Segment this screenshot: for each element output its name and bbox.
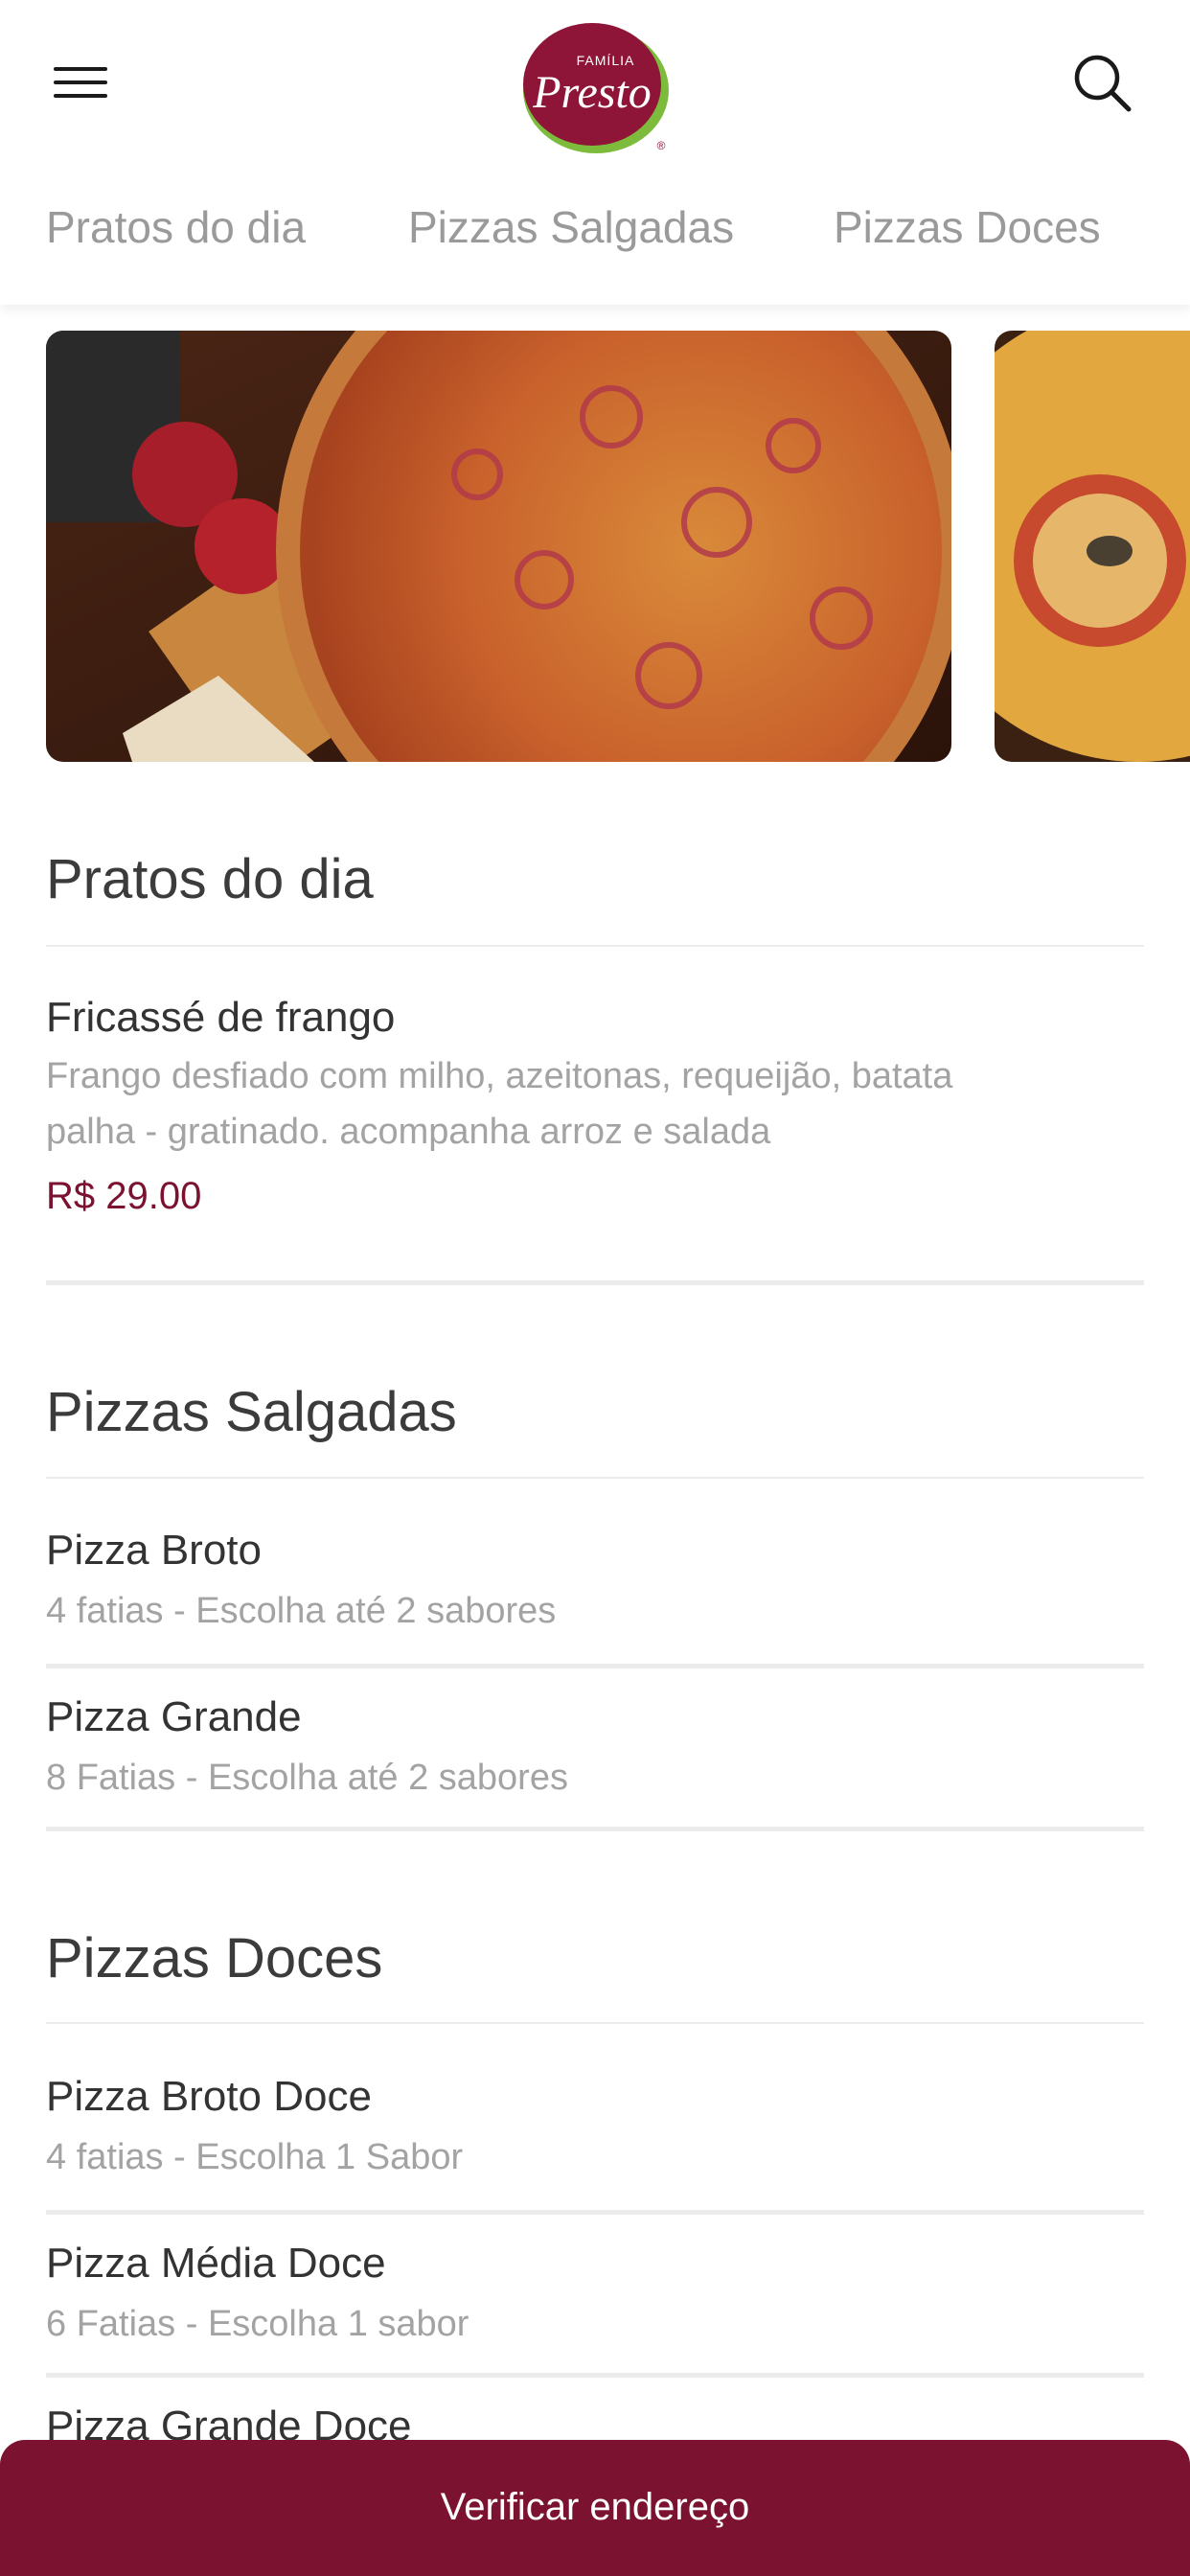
menu-item-fricasse-de-frango[interactable]: Fricassé de frango Frango desfiado com m… xyxy=(46,991,1144,1218)
section-title-pratos-do-dia: Pratos do dia xyxy=(46,848,374,910)
item-price: R$ 29.00 xyxy=(46,1175,202,1217)
section-title-pizzas-doces: Pizzas Doces xyxy=(46,1927,383,1990)
item-description: 8 Fatias - Escolha até 2 sabores xyxy=(46,1758,568,1798)
menu-item-pizza-grande[interactable]: Pizza Grande 8 Fatias - Escolha até 2 sa… xyxy=(46,1690,1144,1806)
search-icon[interactable] xyxy=(1071,52,1134,115)
item-description: 4 fatias - Escolha até 2 sabores xyxy=(46,1591,557,1631)
verify-address-button[interactable]: Verificar endereço xyxy=(0,2440,1190,2576)
item-description: Frango desfiado com milho, azeitonas, re… xyxy=(46,1056,953,1096)
svg-text:FAMÍLIA: FAMÍLIA xyxy=(577,53,635,68)
divider xyxy=(46,1280,1144,1285)
menu-item-pizza-broto[interactable]: Pizza Broto 4 fatias - Escolha até 2 sab… xyxy=(46,1524,1144,1639)
category-tabs: Pratos do dia Pizzas Salgadas Pizzas Doc… xyxy=(0,201,1190,278)
item-description: 6 Fatias - Escolha 1 sabor xyxy=(46,2304,469,2344)
divider xyxy=(46,2373,1144,2378)
section-title-pizzas-salgadas: Pizzas Salgadas xyxy=(46,1381,457,1443)
divider xyxy=(46,945,1144,947)
hamburger-menu-icon[interactable] xyxy=(54,63,107,102)
item-description-continued: palha - gratinado. acompanha arroz e sal… xyxy=(46,1112,771,1152)
item-name: Pizza Broto xyxy=(46,1527,262,1574)
familia-presto-logo[interactable]: FAMÍLIA Presto ® xyxy=(517,15,673,153)
divider xyxy=(46,1827,1144,1831)
item-name: Pizza Grande xyxy=(46,1693,302,1740)
app-header: FAMÍLIA Presto ® Pratos do dia Pizzas Sa… xyxy=(0,0,1190,305)
item-name: Pizza Broto Doce xyxy=(46,2073,372,2120)
pizza-banner-image-next[interactable] xyxy=(995,331,1190,762)
divider xyxy=(46,1477,1144,1479)
menu-item-pizza-media-doce[interactable]: Pizza Média Doce 6 Fatias - Escolha 1 sa… xyxy=(46,2237,1144,2352)
divider xyxy=(46,2210,1144,2215)
item-name: Fricassé de frango xyxy=(46,994,396,1041)
svg-text:®: ® xyxy=(657,139,666,152)
item-description: 4 fatias - Escolha 1 Sabor xyxy=(46,2137,464,2177)
divider xyxy=(46,1664,1144,1668)
tab-pizzas-salgadas[interactable]: Pizzas Salgadas xyxy=(408,201,734,253)
menu-item-pizza-broto-doce[interactable]: Pizza Broto Doce 4 fatias - Escolha 1 Sa… xyxy=(46,2070,1144,2185)
tab-pizzas-doces[interactable]: Pizzas Doces xyxy=(834,201,1101,253)
divider xyxy=(46,2022,1144,2024)
item-name: Pizza Média Doce xyxy=(46,2240,386,2287)
pizza-banner-image[interactable] xyxy=(46,331,951,762)
svg-text:Presto: Presto xyxy=(532,67,652,118)
tab-pratos-do-dia[interactable]: Pratos do dia xyxy=(46,201,306,253)
